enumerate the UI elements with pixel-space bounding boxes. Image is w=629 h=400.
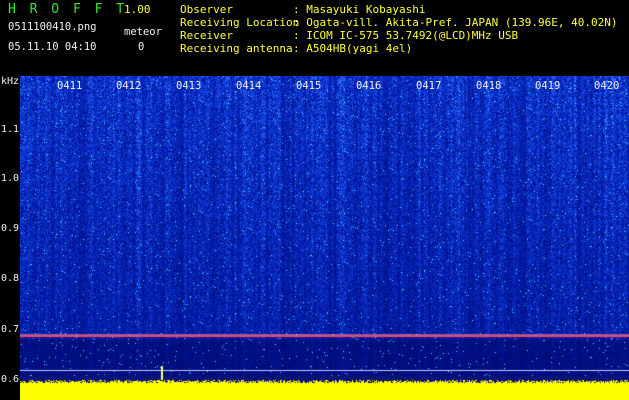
- info-observer-label: Observer: [180, 3, 233, 16]
- info-receiver-value: : ICOM IC-575 53.7492(@LCD)MHz USB: [293, 29, 519, 42]
- time-label: 0419: [535, 80, 561, 92]
- y-tick-label: 1.1: [1, 124, 20, 135]
- app-version: 1.00: [124, 3, 151, 16]
- y-tick-label: 0.9: [1, 223, 20, 234]
- time-label: 0414: [236, 80, 262, 92]
- y-tick-label: 0.8: [1, 273, 20, 284]
- y-axis: kHz 1.1 1.0 0.9 0.8 0.7 0.6: [0, 76, 20, 400]
- info-observer-value: : Masayuki Kobayashi: [293, 3, 426, 16]
- info-location-label: Receiving Location: [180, 16, 300, 29]
- info-receiver-label: Receiver: [180, 29, 233, 42]
- time-label: 0413: [176, 80, 202, 92]
- time-label: 0417: [416, 80, 442, 92]
- spectrogram-display: [20, 76, 629, 400]
- file-name: 0511100410.png: [8, 21, 97, 33]
- time-label: 0420: [594, 80, 620, 92]
- y-axis-unit: kHz: [1, 76, 20, 87]
- time-label: 0412: [116, 80, 142, 92]
- y-tick-label: 0.7: [1, 324, 20, 335]
- time-label: 0415: [296, 80, 322, 92]
- datetime-label: 05.11.10 04:10: [8, 41, 97, 53]
- app-title: H R O F F T: [8, 2, 128, 17]
- time-label: 0411: [57, 80, 83, 92]
- meteor-count: 0: [138, 41, 145, 53]
- meteor-label: meteor: [124, 26, 162, 38]
- info-antenna-label: Receiving antenna: [180, 42, 293, 55]
- y-tick-label: 0.6: [1, 374, 20, 385]
- time-label: 0416: [356, 80, 382, 92]
- header-panel: H R O F F T 1.00 0511100410.png meteor 0…: [0, 0, 629, 76]
- y-tick-label: 1.0: [1, 173, 20, 184]
- time-label: 0418: [476, 80, 502, 92]
- info-antenna-value: : A504HB(yagi 4el): [293, 42, 413, 55]
- info-location-value: : Ogata-vill. Akita-Pref. JAPAN (139.96E…: [293, 16, 618, 29]
